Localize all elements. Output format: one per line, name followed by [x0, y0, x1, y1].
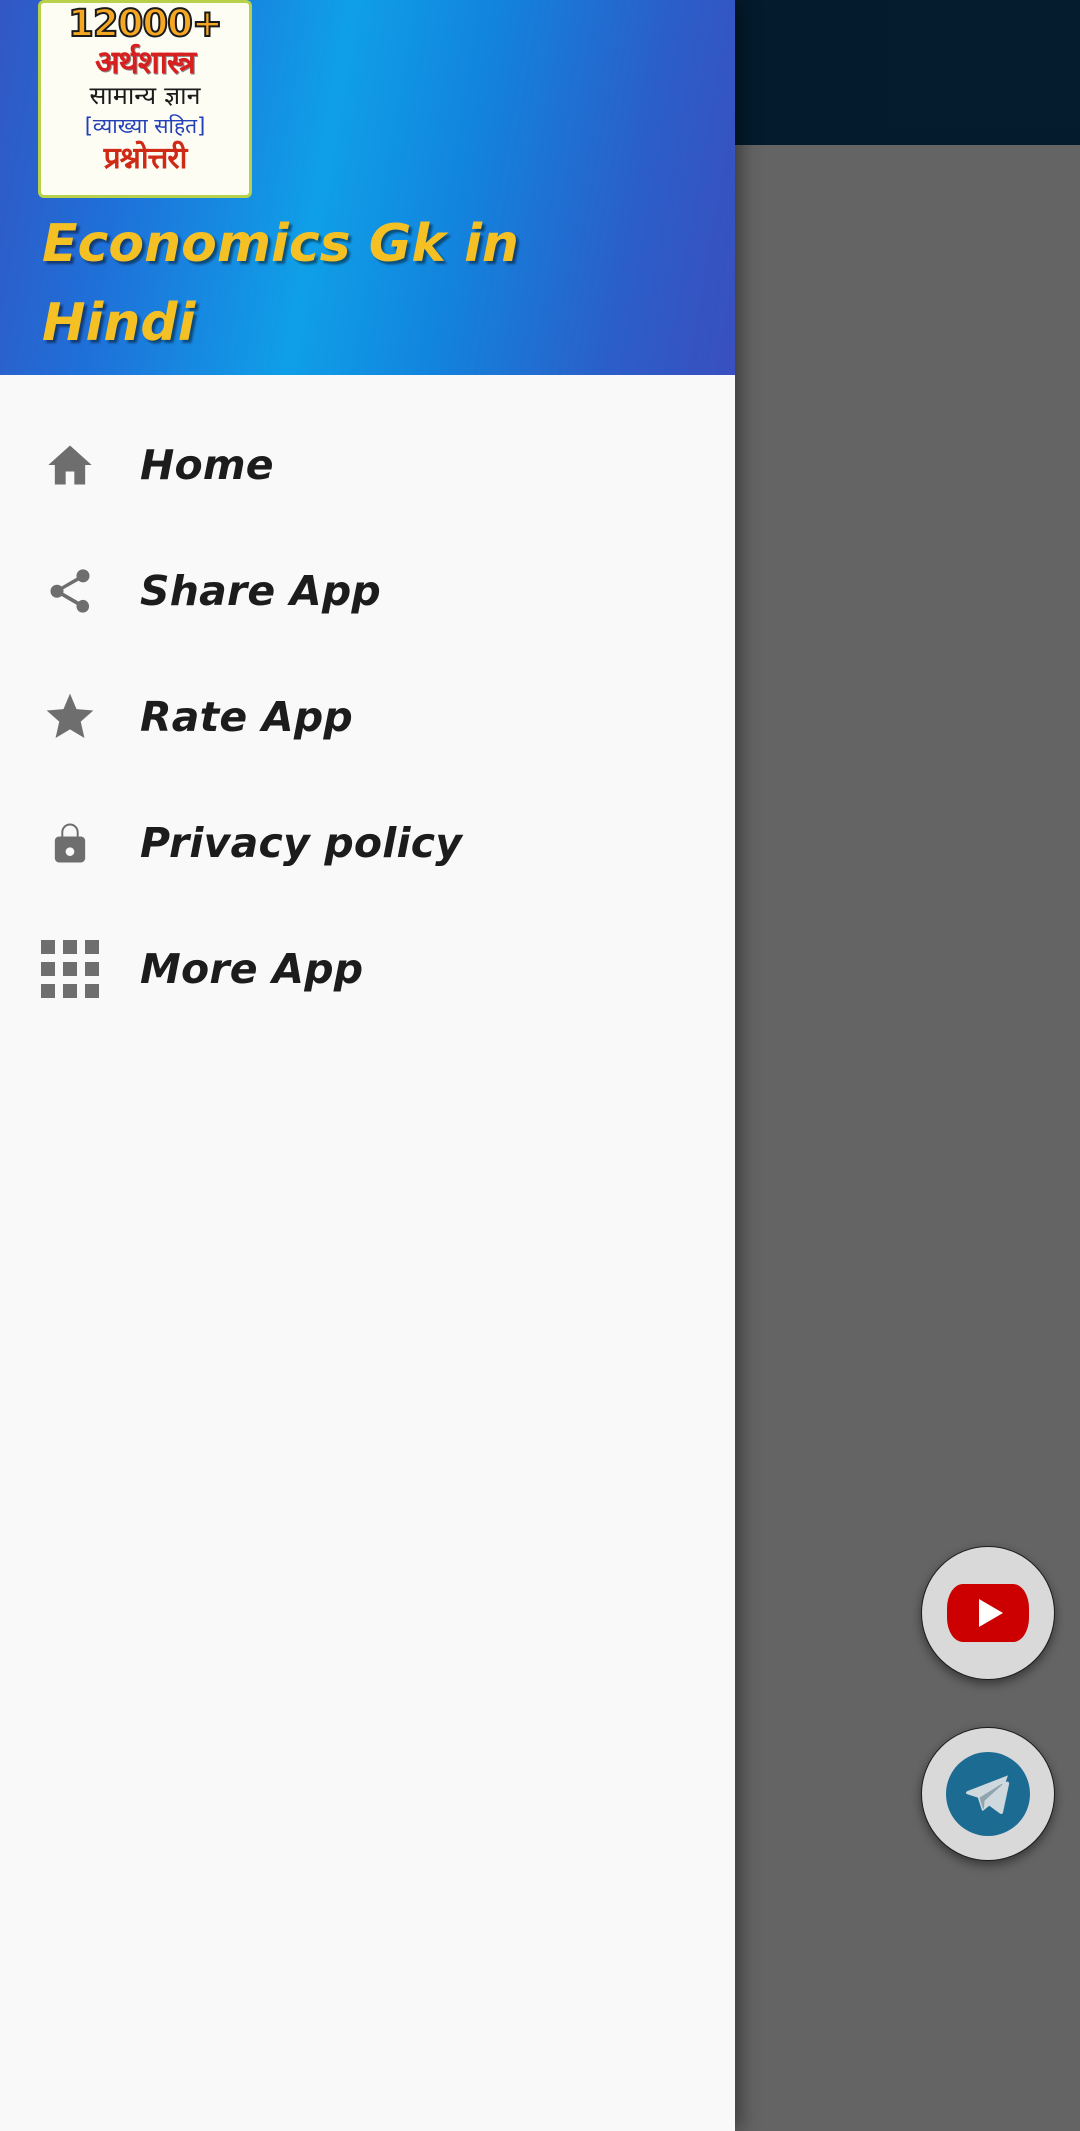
telegram-fab[interactable]: [921, 1727, 1055, 1861]
sidebar-item-label: More App: [140, 945, 364, 993]
sidebar-item-privacy-policy[interactable]: Privacy policy: [0, 780, 735, 906]
drawer-header: 12000+ अर्थशास्त्र सामान्य ज्ञान [व्याख्…: [0, 0, 735, 375]
sidebar-item-share-app[interactable]: Share App: [0, 528, 735, 654]
logo-line-5: प्रश्नोत्तरी: [103, 141, 188, 176]
app-screen: 12000+ अर्थशास्त्र सामान्य ज्ञान [व्याख्…: [0, 0, 1080, 2131]
lock-icon: [0, 817, 140, 869]
logo-line-3: सामान्य ज्ञान: [89, 81, 201, 110]
sidebar-item-home[interactable]: Home: [0, 402, 735, 528]
home-icon: [0, 439, 140, 491]
share-icon: [0, 565, 140, 617]
sidebar-item-label: Privacy policy: [140, 819, 463, 867]
navigation-drawer[interactable]: 12000+ अर्थशास्त्र सामान्य ज्ञान [व्याख्…: [0, 0, 735, 2131]
logo-line-4: [व्याख्या सहित]: [84, 114, 206, 138]
drawer-menu-list: Home Share App Rate App Privacy policy M…: [0, 375, 735, 1032]
grid-apps-icon: [0, 940, 140, 998]
sidebar-item-more-app[interactable]: More App: [0, 906, 735, 1032]
star-icon: [0, 689, 140, 745]
youtube-icon: [947, 1584, 1029, 1642]
youtube-fab[interactable]: [921, 1546, 1055, 1680]
sidebar-item-label: Share App: [140, 567, 381, 615]
app-title: Economics Gk in Hindi: [42, 214, 519, 353]
logo-line-2: अर्थशास्त्र: [94, 43, 196, 81]
sidebar-item-rate-app[interactable]: Rate App: [0, 654, 735, 780]
logo-line-1: 12000+: [67, 2, 224, 45]
sidebar-item-label: Rate App: [140, 693, 353, 741]
telegram-icon: [946, 1752, 1030, 1836]
sidebar-item-label: Home: [140, 441, 274, 489]
app-logo-icon: 12000+ अर्थशास्त्र सामान्य ज्ञान [व्याख्…: [38, 0, 252, 198]
